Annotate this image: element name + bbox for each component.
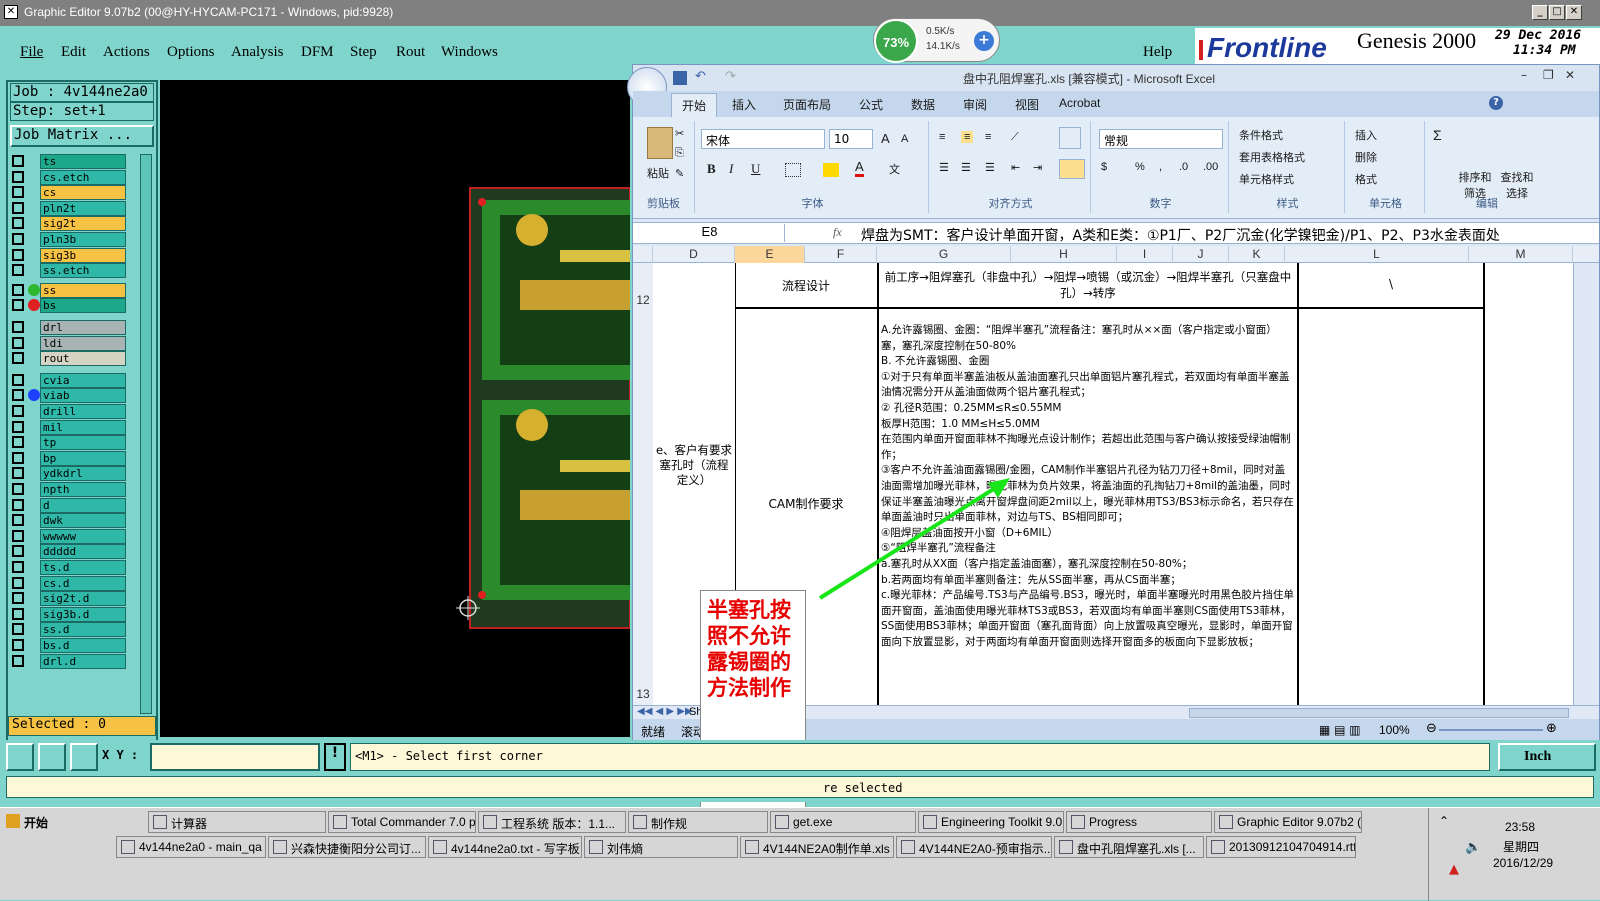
taskbar-button-label: 工程系统 版本：1.1... xyxy=(501,817,616,831)
taskbar-button[interactable]: Total Commander 7.0 p... xyxy=(328,811,476,833)
grid-tool-icon[interactable] xyxy=(70,743,98,771)
taskbar-button[interactable]: Engineering Toolkit 9.0... xyxy=(918,811,1064,833)
windows-logo-icon xyxy=(6,814,20,828)
taskbar-button[interactable]: Graphic Editor 9.07b2 (... xyxy=(1214,811,1362,833)
taskbar-button[interactable]: 盘中孔阻焊塞孔.xls [... xyxy=(1054,836,1204,858)
app-icon xyxy=(633,815,647,829)
message-text: re selected xyxy=(6,776,1594,798)
app-icon xyxy=(1059,840,1073,854)
taskbar-button-label: 4V144NE2A0-预审指示... xyxy=(919,842,1052,856)
taskbar-button[interactable]: 4v144ne2a0.txt - 写字板 xyxy=(428,836,582,858)
app-icon xyxy=(121,840,135,854)
command-bar: X Y : ! <M1> - Select first corner Inch xyxy=(0,740,1600,774)
taskbar-button-label: get.exe xyxy=(793,815,833,829)
taskbar-button-label: 4v144ne2a0.txt - 写字板 xyxy=(451,842,580,856)
app-icon xyxy=(1071,815,1085,829)
prompt-text: <M1> - Select first corner xyxy=(350,743,1490,771)
unit-button[interactable]: Inch xyxy=(1498,743,1596,771)
taskbar-button[interactable]: 制作规 xyxy=(628,811,768,833)
app-icon xyxy=(273,840,287,854)
taskbar-button[interactable]: 20130912104704914.rtf... xyxy=(1206,836,1356,858)
taskbar-button[interactable]: 兴森快捷衡阳分公司订... xyxy=(268,836,426,858)
app-icon xyxy=(153,815,167,829)
taskbar-button-label: Engineering Toolkit 9.0... xyxy=(941,815,1064,829)
taskbar-button[interactable]: 计算器 xyxy=(148,811,326,833)
taskbar: 开始 计算器 Total Commander 7.0 p... 工程系统 版本：1.… xyxy=(0,807,1600,901)
measure-tool-icon[interactable] xyxy=(38,743,66,771)
message-bar: re selected xyxy=(0,774,1600,802)
tray-expand-icon[interactable]: ⌃ xyxy=(1439,814,1449,828)
taskbar-button[interactable]: Progress xyxy=(1066,811,1212,833)
app-icon xyxy=(745,840,759,854)
taskbar-button-label: Progress xyxy=(1089,815,1138,829)
clock-day: 星期四 xyxy=(1503,840,1540,854)
app-icon xyxy=(775,815,789,829)
snap-tool-icon[interactable] xyxy=(6,743,34,771)
taskbar-button-label: 4V144NE2A0制作单.xls ... xyxy=(763,842,894,856)
info-button[interactable]: ! xyxy=(324,743,346,771)
clock-time: 23:58 xyxy=(1505,820,1536,834)
app-icon xyxy=(923,815,937,829)
app-icon xyxy=(333,815,347,829)
system-tray: 23:58 星期四 2016/12/29 ⌃ 🔈 ▲ xyxy=(1428,808,1600,901)
taskbar-button-label: 20130912104704914.rtf... xyxy=(1229,840,1356,854)
app-icon xyxy=(1211,840,1225,854)
taskbar-button-label: 盘中孔阻焊塞孔.xls [... xyxy=(1077,842,1196,856)
taskbar-row1: 计算器 Total Commander 7.0 p... 工程系统 版本：1.1..… xyxy=(148,811,1398,837)
start-button[interactable]: 开始 xyxy=(2,811,112,833)
xy-input[interactable] xyxy=(150,743,320,771)
app-icon xyxy=(901,840,915,854)
volume-icon[interactable]: 🔈 xyxy=(1465,840,1481,855)
taskbar-button[interactable]: 4v144ne2a0 - main_qa xyxy=(116,836,266,858)
taskbar-button-label: 兴森快捷衡阳分公司订... xyxy=(291,842,422,856)
app-icon xyxy=(1219,815,1233,829)
taskbar-button[interactable]: 刘伟熵 xyxy=(584,836,738,858)
network-icon[interactable]: ▲ xyxy=(1449,862,1459,877)
app-icon xyxy=(589,840,603,854)
start-label: 开始 xyxy=(24,816,49,830)
taskbar-button-label: 制作规 xyxy=(651,817,688,831)
taskbar-row2: 4v144ne2a0 - main_qa 兴森快捷衡阳分公司订... 4v144ne… xyxy=(116,836,1406,862)
taskbar-button-label: 计算器 xyxy=(171,817,208,831)
taskbar-button[interactable]: 4V144NE2A0制作单.xls ... xyxy=(740,836,894,858)
clock-date: 2016/12/29 xyxy=(1493,856,1554,870)
taskbar-button[interactable]: 4V144NE2A0-预审指示... xyxy=(896,836,1052,858)
taskbar-button-label: Graphic Editor 9.07b2 (... xyxy=(1237,815,1362,829)
taskbar-button[interactable]: 工程系统 版本：1.1... xyxy=(478,811,626,833)
app-icon xyxy=(483,815,497,829)
taskbar-button[interactable]: get.exe xyxy=(770,811,916,833)
taskbar-button-label: Total Commander 7.0 p... xyxy=(351,815,476,829)
annotation-text: 半塞孔按照不允许露锡圈的方法制作 xyxy=(707,597,791,700)
taskbar-button-label: 刘伟熵 xyxy=(607,842,644,856)
app-icon xyxy=(433,840,447,854)
taskbar-button-label: 4v144ne2a0 - main_qa xyxy=(139,840,262,854)
xy-label: X Y : xyxy=(102,748,139,762)
